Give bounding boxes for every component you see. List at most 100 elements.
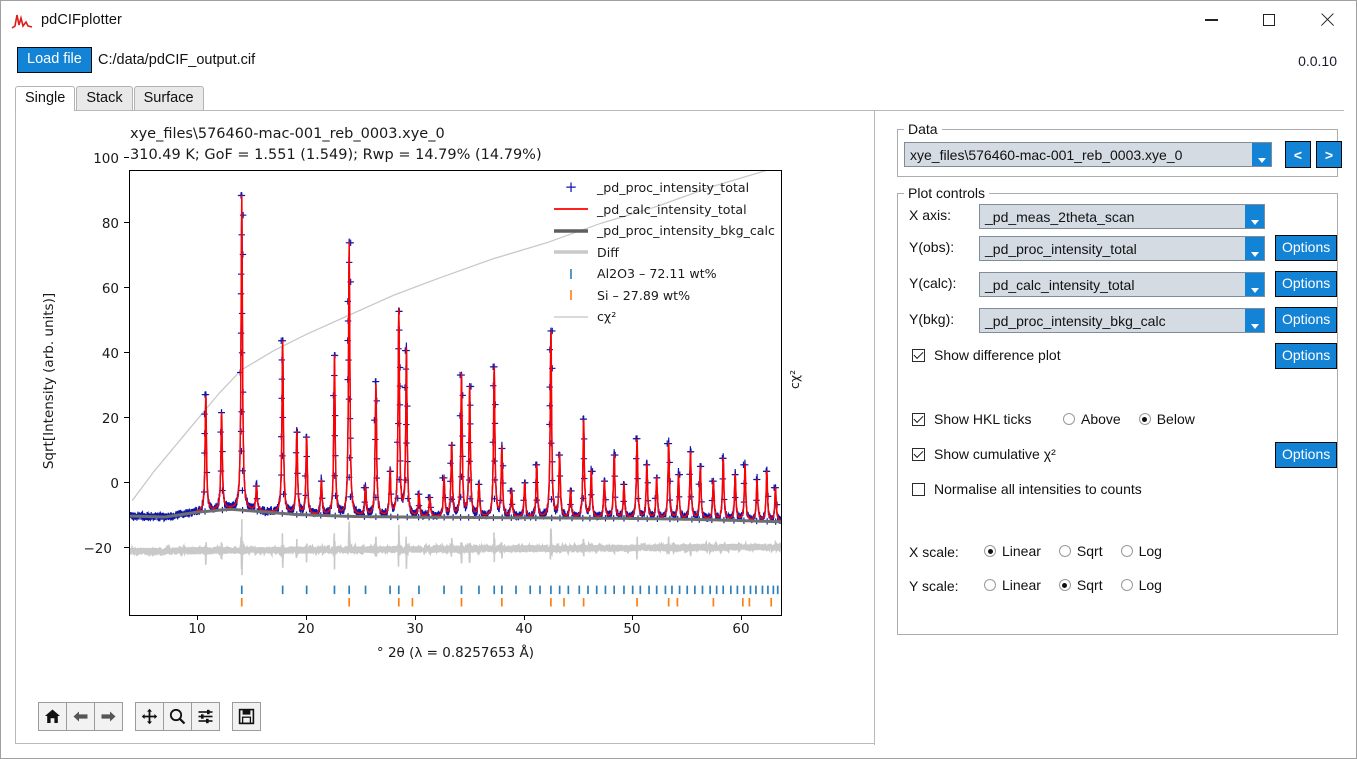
legend-item-diff: Diff [545, 242, 775, 264]
x-scale-radiogroup: Linear Sqrt Log [984, 543, 1180, 559]
forward-button[interactable] [94, 702, 123, 731]
legend-marker-tick-icon [545, 267, 597, 281]
show-difference-checkbox[interactable] [912, 348, 925, 362]
y-scale-radiogroup: Linear Sqrt Log [984, 577, 1180, 593]
y-calc-row-label: Y(calc): [909, 275, 957, 291]
window-title: pdCIFplotter [41, 12, 122, 28]
show-hkl-row: Show HKL ticks [912, 411, 1032, 427]
y-calc-options-button[interactable]: Options [1275, 271, 1338, 297]
normalise-label: Normalise all intensities to counts [934, 481, 1142, 497]
cumulative-chi2-options-button[interactable]: Options [1275, 442, 1338, 468]
y-bkg-options-button[interactable]: Options [1275, 307, 1338, 333]
ytick-mark [124, 157, 129, 159]
plot-axes[interactable]: + _pd_proc_intensity_total _pd_calc_inte… [129, 170, 782, 616]
chevron-down-icon[interactable] [1245, 237, 1264, 260]
normalise-checkbox[interactable] [912, 482, 925, 496]
x-axis-row-label: X axis: [909, 207, 952, 223]
back-button[interactable] [66, 702, 95, 731]
show-cumulative-chi2-checkbox[interactable] [912, 447, 925, 461]
window-controls [1182, 1, 1356, 39]
y-bkg-combobox-value: _pd_proc_intensity_bkg_calc [985, 312, 1166, 329]
secondary-y-axis-label: cχ² [787, 369, 802, 389]
maximize-button[interactable] [1240, 1, 1298, 39]
figure-title-line1: xye_files\576460-mac-001_reb_0003.xye_0 [130, 126, 445, 142]
x-scale-sqrt-radio[interactable] [1058, 545, 1071, 557]
y-obs-combobox[interactable]: _pd_proc_intensity_total [979, 236, 1265, 261]
show-hkl-checkbox[interactable] [912, 412, 925, 426]
home-button[interactable] [38, 702, 67, 731]
ytick-label-neg20: −20 [83, 541, 113, 557]
y-calc-combobox[interactable]: _pd_calc_intensity_total [979, 272, 1265, 297]
back-arrow-icon [73, 711, 88, 722]
ytick-label-80: 80 [101, 216, 119, 232]
configure-subplots-button[interactable] [191, 702, 220, 731]
plot-controls-title: Plot controls [908, 185, 986, 201]
x-axis-combobox[interactable]: _pd_meas_2theta_scan [979, 204, 1265, 229]
save-button[interactable] [232, 702, 261, 731]
dataset-combobox-value: xye_files\576460-mac-001_reb_0003.xye_0 [910, 146, 1183, 163]
next-dataset-button[interactable]: > [1316, 141, 1342, 168]
xtick-label-60: 60 [732, 621, 750, 637]
load-file-button[interactable]: Load file [17, 47, 92, 73]
xtick-label-40: 40 [515, 621, 533, 637]
legend-label: Si – 27.89 wt% [597, 287, 691, 303]
show-difference-row: Show difference plot [912, 347, 1061, 363]
diffraction-peak-icon [11, 14, 33, 29]
y-scale-linear-radio[interactable] [984, 579, 996, 591]
dataset-combobox[interactable]: xye_files\576460-mac-001_reb_0003.xye_0 [904, 142, 1272, 167]
tab-single[interactable]: Single [15, 85, 76, 111]
figure-title-line2: 310.49 K; GoF = 1.551 (1.549); Rwp = 14.… [130, 147, 542, 164]
tab-surface[interactable]: Surface [133, 85, 204, 111]
ytick-label-20: 20 [101, 411, 119, 427]
hkl-above-radio[interactable] [1063, 413, 1075, 425]
legend-label: Diff [597, 244, 619, 260]
hkl-above-label: Above [1081, 411, 1121, 427]
y-bkg-combobox[interactable]: _pd_proc_intensity_bkg_calc [979, 308, 1265, 333]
chevron-down-icon[interactable] [1245, 205, 1264, 228]
x-scale-linear-label: Linear [1002, 543, 1041, 559]
y-scale-linear-label: Linear [1002, 577, 1041, 593]
toolbar-separator [122, 716, 135, 717]
y-bkg-row-label: Y(bkg): [909, 311, 955, 327]
zoom-button[interactable] [163, 702, 192, 731]
y-calc-combobox-value: _pd_calc_intensity_total [985, 276, 1135, 293]
ytick-label-100: 100 [93, 151, 119, 167]
y-obs-options-button[interactable]: Options [1275, 235, 1338, 261]
x-scale-linear-radio[interactable] [984, 545, 996, 557]
file-path-label: C:/data/pdCIF_output.cif [98, 52, 256, 68]
chevron-down-icon[interactable] [1245, 309, 1264, 332]
show-cumulative-chi2-row: Show cumulative χ² [912, 446, 1056, 462]
tab-stack[interactable]: Stack [76, 85, 133, 111]
y-scale-log-label: Log [1138, 577, 1162, 593]
legend-label: cχ² [597, 309, 617, 325]
y-scale-sqrt-radio[interactable] [1058, 579, 1071, 591]
x-scale-log-radio[interactable] [1120, 545, 1133, 557]
matplotlib-toolbar [38, 702, 261, 731]
hkl-below-radio[interactable] [1138, 413, 1151, 425]
chevron-down-icon[interactable] [1245, 273, 1264, 296]
maximize-icon [1263, 14, 1275, 26]
legend-item-cchi2: cχ² [545, 306, 775, 328]
data-group-title: Data [908, 121, 938, 137]
legend-item-bkg: _pd_proc_intensity_bkg_calc [545, 220, 775, 242]
pan-button[interactable] [135, 702, 164, 731]
minimize-button[interactable] [1182, 1, 1240, 39]
plot-figure[interactable]: xye_files\576460-mac-001_reb_0003.xye_0 3… [16, 111, 874, 745]
difference-options-button[interactable]: Options [1275, 343, 1338, 369]
prev-dataset-button[interactable]: < [1285, 141, 1311, 168]
x-scale-sqrt-label: Sqrt [1076, 543, 1103, 559]
configure-sliders-icon [198, 709, 213, 724]
legend-item-phase2: Si – 27.89 wt% [545, 285, 775, 307]
xtick-label-10: 10 [188, 621, 206, 637]
x-axis-combobox-value: _pd_meas_2theta_scan [985, 208, 1135, 225]
xtick-label-50: 50 [623, 621, 641, 637]
forward-arrow-icon [101, 711, 116, 722]
normalise-row: Normalise all intensities to counts [912, 481, 1142, 497]
chevron-down-icon[interactable] [1252, 143, 1271, 166]
y-scale-log-radio[interactable] [1120, 579, 1133, 591]
legend-marker-line-icon [545, 205, 597, 213]
content-area: xye_files\576460-mac-001_reb_0003.xye_0 3… [15, 110, 1344, 745]
close-button[interactable] [1298, 1, 1356, 39]
x-axis-label: ° 2θ (λ = 0.8257653 Å) [376, 645, 535, 661]
y-scale-label: Y scale: [909, 578, 959, 594]
